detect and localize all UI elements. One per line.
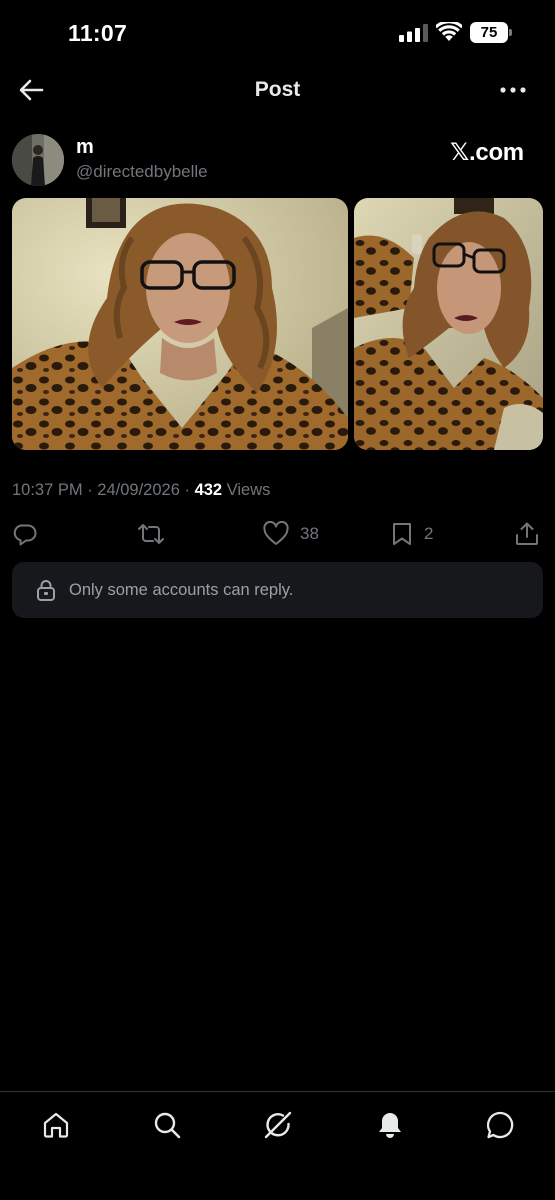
search-icon: [154, 1112, 181, 1139]
battery-level: 75: [470, 22, 508, 43]
reply-button[interactable]: [12, 520, 38, 548]
post-date: 24/09/2026: [97, 481, 180, 499]
nav-search[interactable]: [152, 1110, 182, 1140]
author-handle[interactable]: @directedbybelle: [76, 162, 208, 182]
reply-restriction-text: Only some accounts can reply.: [69, 581, 294, 599]
post-photo-1[interactable]: [12, 198, 348, 450]
bookmark-count: 2: [424, 524, 434, 543]
nav-home[interactable]: [41, 1110, 71, 1140]
messages-icon: [486, 1111, 514, 1139]
notifications-icon: [379, 1113, 401, 1138]
lock-icon: [37, 580, 55, 601]
bookmark-button[interactable]: 2: [390, 520, 433, 548]
status-time: 11:07: [68, 20, 128, 46]
repost-icon: [138, 524, 164, 544]
battery-icon: 75: [470, 22, 512, 43]
nav-messages[interactable]: [485, 1110, 515, 1140]
post-actions: 38 2: [0, 514, 555, 554]
heart-icon: [263, 521, 289, 545]
grok-icon: [264, 1111, 292, 1139]
post-photo-2[interactable]: [354, 198, 543, 450]
avatar[interactable]: [12, 134, 64, 186]
like-button[interactable]: 38: [262, 520, 319, 548]
wifi-icon: [434, 20, 464, 42]
reply-icon: [13, 524, 37, 546]
post-media: [12, 198, 543, 450]
author-name[interactable]: m: [76, 136, 94, 159]
views-count[interactable]: 432: [195, 481, 223, 499]
home-icon: [43, 1112, 69, 1138]
x-com-watermark: 𝕏.com: [450, 139, 524, 166]
cellular-signal-icon: [399, 24, 429, 42]
post-meta: 10:37 PM · 24/09/2026 · 432 Views: [12, 481, 270, 500]
bookmark-icon: [393, 523, 411, 545]
repost-button[interactable]: [136, 520, 166, 548]
meta-separator: ·: [82, 481, 98, 499]
more-horizontal-icon: [500, 87, 526, 93]
post-header: Post: [0, 64, 555, 116]
status-bar: 11:07 75: [0, 0, 555, 64]
like-count: 38: [300, 524, 319, 543]
reply-restriction-notice: Only some accounts can reply.: [12, 562, 543, 618]
share-icon: [516, 522, 538, 545]
nav-grok[interactable]: [263, 1110, 293, 1140]
views-label: Views: [226, 481, 271, 499]
page-title: Post: [254, 78, 301, 101]
post-time: 10:37 PM: [12, 481, 83, 499]
bottom-nav: [0, 1091, 555, 1200]
more-options-button[interactable]: [496, 76, 530, 104]
nav-notifications[interactable]: [375, 1110, 405, 1140]
share-button[interactable]: [514, 520, 540, 548]
meta-separator: ·: [179, 481, 195, 499]
